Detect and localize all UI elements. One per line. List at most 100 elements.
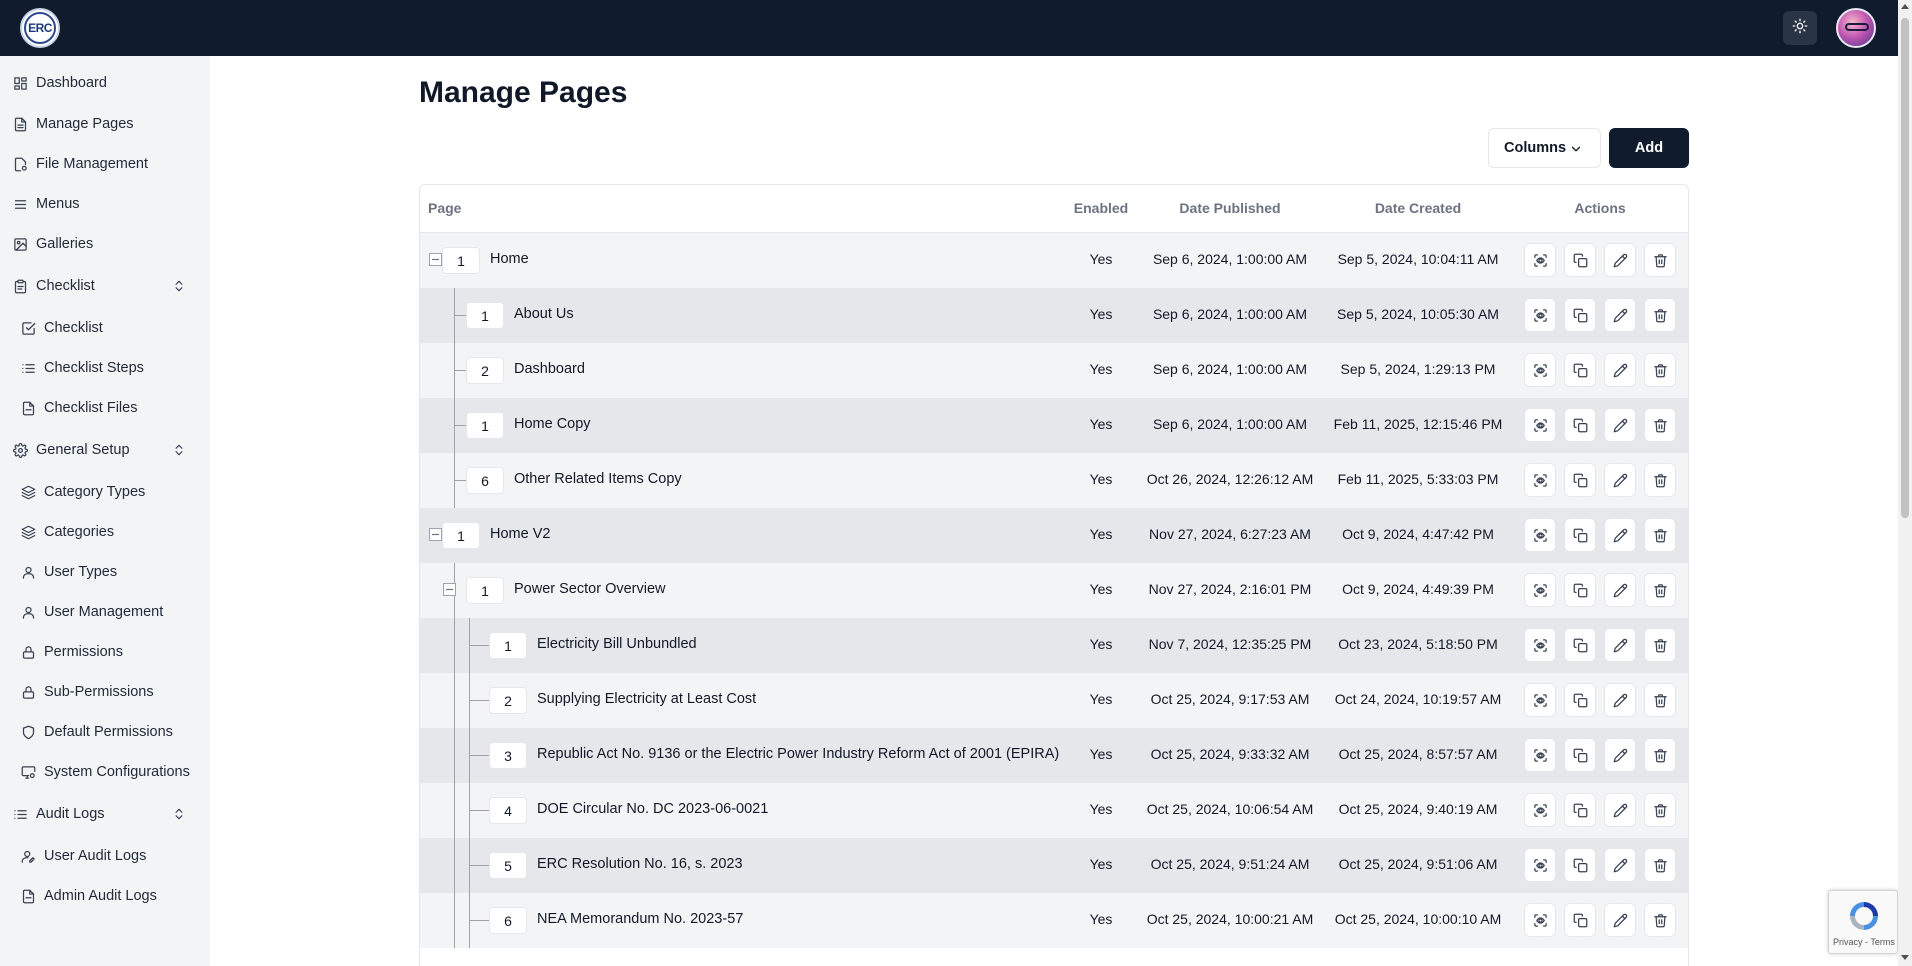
order-input[interactable]: 1 xyxy=(442,247,480,274)
sidebar-item-system-configurations[interactable]: System Configurations xyxy=(0,755,210,789)
preview-button[interactable] xyxy=(1524,738,1556,772)
erc-logo[interactable]: ERC xyxy=(20,8,60,48)
theme-toggle-button[interactable] xyxy=(1783,11,1817,45)
table-row[interactable]: 1 Electricity Bill Unbundled Yes Nov 7, 202… xyxy=(420,618,1688,673)
sidebar-item-sub-permissions[interactable]: Sub-Permissions xyxy=(0,675,210,709)
trash-button[interactable] xyxy=(1644,628,1676,662)
sidebar-item-default-permissions[interactable]: Default Permissions xyxy=(0,715,210,749)
sidebar-item-dashboard[interactable]: Dashboard xyxy=(0,66,210,100)
sidebar-item-galleries[interactable]: Galleries xyxy=(0,227,210,261)
sidebar-item-manage-pages[interactable]: Manage Pages xyxy=(0,107,210,141)
order-input[interactable]: 1 xyxy=(489,632,527,659)
trash-button[interactable] xyxy=(1644,298,1676,332)
trash-button[interactable] xyxy=(1644,848,1676,882)
chevron-updown-icon[interactable] xyxy=(172,442,186,458)
table-row[interactable]: 1 Home Copy Yes Sep 6, 2024, 1:00:00 AM Feb … xyxy=(420,398,1688,453)
sidebar-item-admin-audit-logs[interactable]: Admin Audit Logs xyxy=(0,879,210,913)
header-page[interactable]: Page xyxy=(428,200,461,216)
columns-button[interactable]: Columns xyxy=(1488,128,1601,168)
order-input[interactable]: 6 xyxy=(489,907,527,934)
order-input[interactable]: 1 xyxy=(466,577,504,604)
table-row[interactable]: 3 Republic Act No. 9136 or the Electric P… xyxy=(420,728,1688,783)
trash-button[interactable] xyxy=(1644,518,1676,552)
edit-button[interactable] xyxy=(1604,298,1636,332)
scroll-down-arrow[interactable] xyxy=(1901,955,1909,960)
sidebar-item-permissions[interactable]: Permissions xyxy=(0,635,210,669)
edit-button[interactable] xyxy=(1604,683,1636,717)
header-date-created[interactable]: Date Created xyxy=(1375,200,1461,216)
table-row[interactable]: 1 Home Yes Sep 6, 2024, 1:00:00 AM Sep 5, 20… xyxy=(420,233,1688,288)
edit-button[interactable] xyxy=(1604,903,1636,937)
table-row[interactable]: 1 About Us Yes Sep 6, 2024, 1:00:00 AM Sep 5… xyxy=(420,288,1688,343)
sidebar-item-audit-logs[interactable]: Audit Logs xyxy=(0,797,210,831)
order-input[interactable]: 2 xyxy=(466,357,504,384)
copy-button[interactable] xyxy=(1564,353,1596,387)
sidebar-item-category-types[interactable]: Category Types xyxy=(0,475,210,509)
table-row[interactable]: 6 NEA Memorandum No. 2023-57 Yes Oct 25, 20… xyxy=(420,893,1688,948)
table-row[interactable]: 1 Home V2 Yes Nov 27, 2024, 6:27:23 AM Oct 9… xyxy=(420,508,1688,563)
scroll-up-arrow[interactable] xyxy=(1901,4,1909,9)
chevron-updown-icon[interactable] xyxy=(172,806,186,822)
order-input[interactable]: 1 xyxy=(442,522,480,549)
trash-button[interactable] xyxy=(1644,353,1676,387)
header-enabled[interactable]: Enabled xyxy=(1074,200,1128,216)
edit-button[interactable] xyxy=(1604,573,1636,607)
copy-button[interactable] xyxy=(1564,683,1596,717)
sidebar-item-general-setup[interactable]: General Setup xyxy=(0,433,210,467)
table-row[interactable]: 1 Power Sector Overview Yes Nov 27, 2024, 2… xyxy=(420,563,1688,618)
order-input[interactable]: 1 xyxy=(466,412,504,439)
order-input[interactable]: 3 xyxy=(489,742,527,769)
preview-button[interactable] xyxy=(1524,573,1556,607)
edit-button[interactable] xyxy=(1604,518,1636,552)
sidebar-item-checklist-files[interactable]: Checklist Files xyxy=(0,391,210,425)
order-input[interactable]: 5 xyxy=(489,852,527,879)
copy-button[interactable] xyxy=(1564,243,1596,277)
trash-button[interactable] xyxy=(1644,408,1676,442)
sidebar-item-user-audit-logs[interactable]: User Audit Logs xyxy=(0,839,210,873)
trash-button[interactable] xyxy=(1644,573,1676,607)
table-row[interactable]: 5 ERC Resolution No. 16, s. 2023 Yes Oct 25… xyxy=(420,838,1688,893)
sidebar-item-user-types[interactable]: User Types xyxy=(0,555,210,589)
trash-button[interactable] xyxy=(1644,463,1676,497)
order-input[interactable]: 2 xyxy=(489,687,527,714)
copy-button[interactable] xyxy=(1564,463,1596,497)
sidebar-item-menus[interactable]: Menus xyxy=(0,187,210,221)
copy-button[interactable] xyxy=(1564,848,1596,882)
trash-button[interactable] xyxy=(1644,738,1676,772)
edit-button[interactable] xyxy=(1604,243,1636,277)
copy-button[interactable] xyxy=(1564,518,1596,552)
table-row[interactable]: 4 DOE Circular No. DC 2023-06-0021 Yes Oct … xyxy=(420,783,1688,838)
edit-button[interactable] xyxy=(1604,463,1636,497)
preview-button[interactable] xyxy=(1524,793,1556,827)
order-input[interactable]: 6 xyxy=(466,467,504,494)
preview-button[interactable] xyxy=(1524,848,1556,882)
preview-button[interactable] xyxy=(1524,518,1556,552)
trash-button[interactable] xyxy=(1644,683,1676,717)
sidebar-item-checklist[interactable]: Checklist xyxy=(0,269,210,303)
add-button[interactable]: Add xyxy=(1609,128,1689,168)
trash-button[interactable] xyxy=(1644,243,1676,277)
edit-button[interactable] xyxy=(1604,793,1636,827)
recaptcha-links[interactable]: Privacy - Terms xyxy=(1833,937,1895,947)
copy-button[interactable] xyxy=(1564,793,1596,827)
copy-button[interactable] xyxy=(1564,628,1596,662)
copy-button[interactable] xyxy=(1564,903,1596,937)
copy-button[interactable] xyxy=(1564,408,1596,442)
sidebar-item-checklist[interactable]: Checklist xyxy=(0,311,210,345)
collapse-icon[interactable] xyxy=(429,253,442,266)
table-row[interactable]: 2 Dashboard Yes Sep 6, 2024, 1:00:00 AM Sep … xyxy=(420,343,1688,398)
preview-button[interactable] xyxy=(1524,408,1556,442)
scroll-thumb[interactable] xyxy=(1901,18,1909,518)
copy-button[interactable] xyxy=(1564,738,1596,772)
order-input[interactable]: 1 xyxy=(466,302,504,329)
preview-button[interactable] xyxy=(1524,463,1556,497)
preview-button[interactable] xyxy=(1524,628,1556,662)
edit-button[interactable] xyxy=(1604,628,1636,662)
header-date-published[interactable]: Date Published xyxy=(1179,200,1280,216)
sidebar-item-categories[interactable]: Categories xyxy=(0,515,210,549)
edit-button[interactable] xyxy=(1604,738,1636,772)
trash-button[interactable] xyxy=(1644,903,1676,937)
edit-button[interactable] xyxy=(1604,408,1636,442)
preview-button[interactable] xyxy=(1524,298,1556,332)
order-input[interactable]: 4 xyxy=(489,797,527,824)
